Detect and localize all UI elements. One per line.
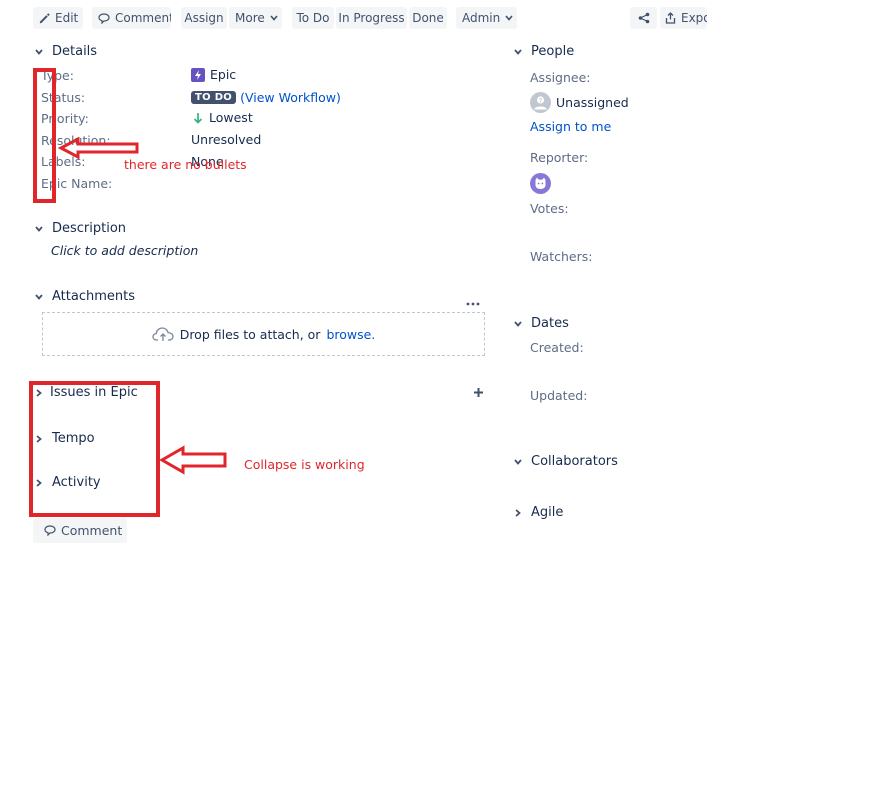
share-icon	[638, 12, 649, 24]
status-lozenge: TO DO	[191, 91, 237, 104]
assignee-value: ? Unassigned	[530, 92, 629, 113]
resolution-value: Unresolved	[191, 132, 262, 147]
people-section-toggle[interactable]: People	[513, 44, 574, 59]
more-button[interactable]: More	[229, 7, 282, 29]
chevron-down-icon	[514, 320, 522, 327]
share-button[interactable]	[630, 7, 657, 29]
add-issue-plus-icon[interactable]	[473, 386, 484, 401]
attachments-heading: Attachments	[52, 289, 135, 304]
assignee-label: Assignee:	[530, 70, 591, 85]
assignee-text: Unassigned	[556, 95, 629, 110]
edit-button[interactable]: Edit	[33, 7, 83, 29]
attachments-section-toggle[interactable]: Attachments	[34, 289, 135, 304]
details-heading: Details	[52, 44, 98, 59]
unassigned-avatar-icon: ?	[530, 92, 551, 113]
details-section-toggle[interactable]: Details	[34, 44, 97, 59]
reporter-label: Reporter:	[530, 150, 589, 165]
export-icon	[665, 12, 676, 24]
annotation-arrow-left-icon	[58, 137, 139, 159]
status-value: TO DO (View Workflow)	[191, 90, 341, 105]
chevron-right-icon	[515, 508, 521, 517]
dates-heading: Dates	[531, 316, 569, 331]
arrow-down-priority-icon	[193, 112, 203, 124]
todo-button[interactable]: To Do	[292, 7, 334, 29]
edit-label: Edit	[55, 11, 79, 25]
updated-label: Updated:	[530, 388, 588, 403]
votes-label: Votes:	[530, 201, 569, 216]
browse-link[interactable]: browse.	[326, 327, 375, 342]
svg-text:?: ?	[539, 97, 543, 105]
attachment-dropzone[interactable]: Drop files to attach, or browse.	[42, 312, 485, 356]
chevron-down-icon	[35, 293, 43, 300]
attachments-more-icon[interactable]	[466, 294, 480, 309]
dates-section-toggle[interactable]: Dates	[513, 316, 569, 331]
watchers-label: Watchers:	[530, 249, 593, 264]
chevron-down-icon	[35, 225, 43, 232]
todo-label: To Do	[296, 11, 330, 25]
done-label: Done	[412, 11, 444, 25]
export-label: Expo	[681, 11, 707, 25]
cloud-upload-icon	[152, 327, 174, 341]
annotation-collapse-working-text: Collapse is working	[244, 457, 365, 472]
admin-label: Admin	[462, 11, 501, 25]
agile-section-toggle[interactable]: Agile	[513, 505, 563, 520]
comment-toolbar-button[interactable]: Comment	[92, 7, 171, 29]
priority-value: Lowest	[193, 110, 253, 125]
comment-label: Comment	[115, 11, 171, 25]
done-button[interactable]: Done	[409, 7, 447, 29]
description-section-toggle[interactable]: Description	[34, 221, 126, 236]
more-label: More	[235, 11, 265, 25]
collaborators-heading: Collaborators	[531, 454, 618, 469]
description-heading: Description	[52, 221, 127, 236]
comment-button-label: Comment	[61, 522, 123, 538]
type-value: Epic	[191, 67, 236, 82]
export-button[interactable]: Expo	[660, 7, 707, 29]
annotation-box-collapsed	[29, 381, 160, 517]
people-heading: People	[531, 44, 575, 59]
speech-bubble-icon	[44, 525, 56, 536]
chevron-down-icon	[35, 48, 43, 55]
annotation-box-labels	[33, 68, 56, 203]
priority-text: Lowest	[209, 110, 253, 125]
assign-button[interactable]: Assign	[181, 7, 227, 29]
in-progress-button[interactable]: In Progress	[336, 7, 407, 29]
type-text: Epic	[210, 67, 237, 82]
epic-lightning-icon	[191, 67, 205, 82]
view-workflow-link[interactable]: (View Workflow)	[240, 90, 341, 105]
in-progress-label: In Progress	[338, 11, 405, 25]
annotation-arrow-left-icon	[159, 445, 227, 475]
agile-heading: Agile	[531, 505, 564, 520]
chevron-down-icon	[505, 15, 513, 21]
created-label: Created:	[530, 340, 584, 355]
pencil-icon	[39, 12, 50, 23]
annotation-no-bullets-text: there are no bullets	[124, 157, 247, 172]
admin-button[interactable]: Admin	[456, 7, 517, 29]
chevron-down-icon	[270, 15, 278, 21]
drop-files-text: Drop files to attach, or	[179, 326, 321, 342]
chevron-down-icon	[514, 48, 522, 55]
reporter-avatar[interactable]	[530, 173, 551, 197]
description-placeholder[interactable]: Click to add description	[51, 243, 198, 258]
collaborators-section-toggle[interactable]: Collaborators	[513, 454, 618, 469]
assign-label: Assign	[184, 11, 224, 25]
comment-button[interactable]: Comment	[33, 518, 127, 543]
assign-to-me-link[interactable]: Assign to me	[530, 119, 611, 134]
speech-bubble-icon	[98, 12, 110, 24]
chevron-down-icon	[514, 458, 522, 465]
